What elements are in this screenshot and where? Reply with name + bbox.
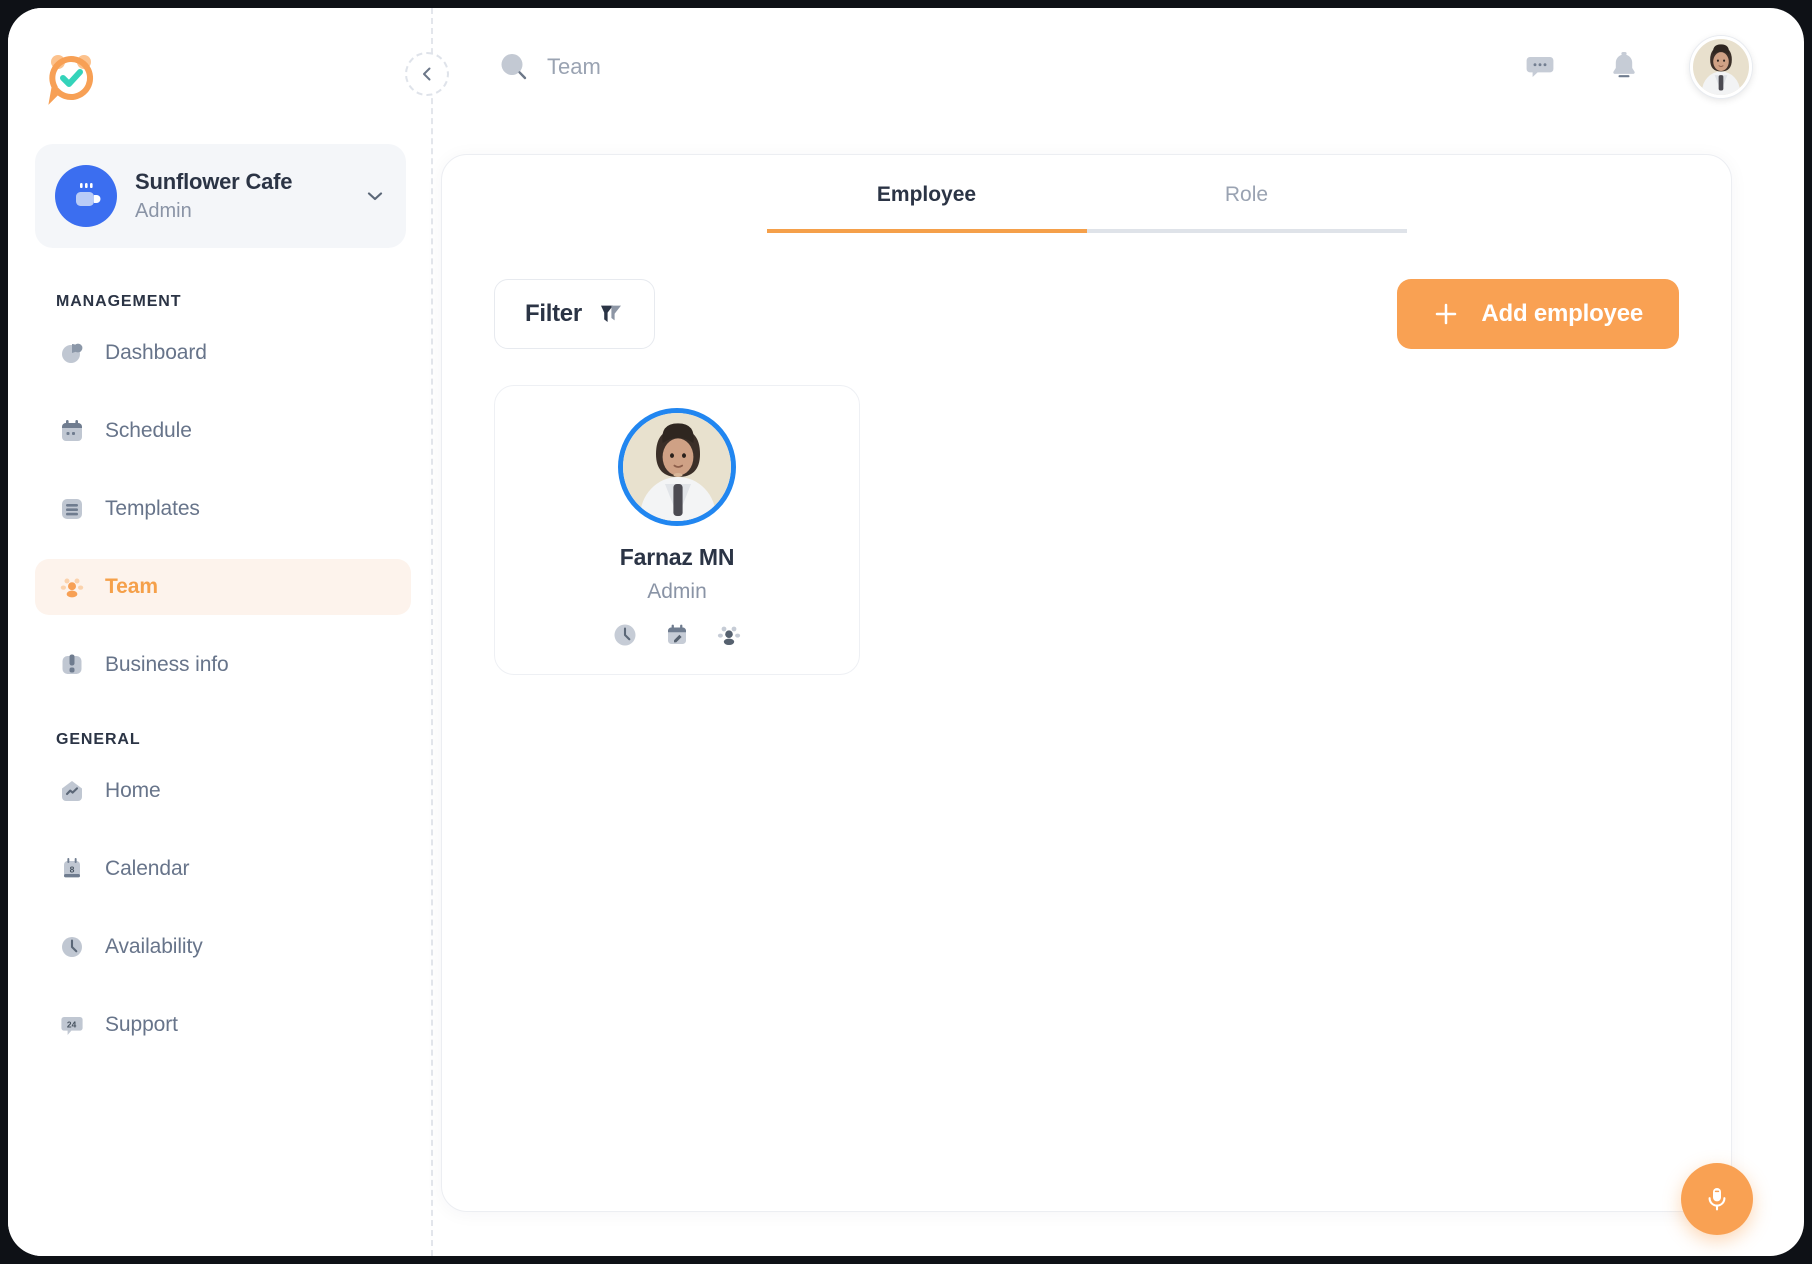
sidebar-item-label: Home xyxy=(105,779,161,803)
tab-employee[interactable]: Employee xyxy=(767,183,1087,233)
trend-up-home-icon xyxy=(57,776,87,806)
top-bar: Team xyxy=(433,8,1804,126)
filter-button[interactable]: Filter xyxy=(494,279,655,349)
sidebar-item-team[interactable]: Team xyxy=(35,559,411,615)
org-avatar xyxy=(55,165,117,227)
toolbar: Filter Add employee xyxy=(442,233,1731,349)
top-bar-actions xyxy=(1522,36,1752,98)
clock-icon xyxy=(57,932,87,962)
sidebar-nav-management: Dashboard Schedule xyxy=(8,325,433,693)
svg-text:24: 24 xyxy=(67,1019,77,1029)
people-group-icon xyxy=(57,572,87,602)
employee-action-calendar-edit-icon[interactable] xyxy=(662,620,692,650)
employee-actions xyxy=(610,620,744,650)
sidebar-item-label: Team xyxy=(105,575,158,599)
sidebar-item-support[interactable]: 24 Support xyxy=(35,997,411,1053)
sidebar-section-title-general: GENERAL xyxy=(8,731,433,749)
sidebar-item-dashboard[interactable]: Dashboard xyxy=(35,325,411,381)
employee-action-clock-icon[interactable] xyxy=(610,620,640,650)
tab-role[interactable]: Role xyxy=(1087,183,1407,233)
search-value: Team xyxy=(547,54,601,80)
employee-action-team-icon[interactable] xyxy=(714,620,744,650)
org-name: Sunflower Cafe xyxy=(135,168,346,196)
avatar-photo xyxy=(1693,39,1749,95)
employee-card[interactable]: Farnaz MN Admin xyxy=(494,385,860,675)
employee-name: Farnaz MN xyxy=(620,544,735,571)
microphone-icon xyxy=(1700,1182,1734,1216)
add-employee-label: Add employee xyxy=(1481,300,1643,328)
main-area: Team xyxy=(433,8,1804,1256)
sidebar-item-home[interactable]: Home xyxy=(35,763,411,819)
sidebar-item-availability[interactable]: Availability xyxy=(35,919,411,975)
sidebar-item-label: Business info xyxy=(105,653,229,677)
alarm-clock-check-icon xyxy=(44,51,98,105)
chevron-left-icon xyxy=(418,65,436,83)
support-24-icon: 24 xyxy=(57,1010,87,1040)
sidebar-item-label: Calendar xyxy=(105,857,189,881)
pie-chart-icon xyxy=(57,338,87,368)
voice-assistant-button[interactable] xyxy=(1681,1163,1753,1235)
sidebar-item-label: Schedule xyxy=(105,419,192,443)
search-input[interactable]: Team xyxy=(497,50,601,84)
user-avatar[interactable] xyxy=(1690,36,1752,98)
app-window: Sunflower Cafe Admin MANAGEMENT xyxy=(8,8,1804,1256)
sidebar-item-schedule[interactable]: Schedule xyxy=(35,403,411,459)
sidebar: Sunflower Cafe Admin MANAGEMENT xyxy=(8,8,433,1256)
sidebar-collapse-button[interactable] xyxy=(405,52,449,96)
employee-grid: Farnaz MN Admin xyxy=(442,349,1731,675)
list-lines-icon xyxy=(57,494,87,524)
sidebar-section-title-management: MANAGEMENT xyxy=(8,293,433,311)
employee-role: Admin xyxy=(647,580,707,604)
org-role: Admin xyxy=(135,198,346,224)
messages-button[interactable] xyxy=(1522,49,1558,85)
calendar-icon xyxy=(57,416,87,446)
sidebar-nav-general: Home 8 Calendar xyxy=(8,763,433,1053)
sidebar-item-label: Dashboard xyxy=(105,341,207,365)
funnel-icon xyxy=(598,301,624,327)
briefcase-icon xyxy=(57,650,87,680)
notifications-button[interactable] xyxy=(1606,49,1642,85)
app-logo[interactable] xyxy=(8,38,433,118)
avatar-photo xyxy=(623,413,733,523)
sidebar-item-templates[interactable]: Templates xyxy=(35,481,411,537)
tab-label: Role xyxy=(1225,183,1268,206)
chevron-down-icon[interactable] xyxy=(364,185,386,207)
bell-icon xyxy=(1606,49,1642,85)
tab-bar: Employee Role xyxy=(442,155,1731,233)
plus-icon xyxy=(1433,301,1459,327)
calendar-8-icon: 8 xyxy=(57,854,87,884)
content-panel: Employee Role Filter xyxy=(441,154,1732,1212)
org-switcher[interactable]: Sunflower Cafe Admin xyxy=(35,144,406,248)
sidebar-item-label: Support xyxy=(105,1013,178,1037)
sidebar-item-business-info[interactable]: Business info xyxy=(35,637,411,693)
filter-label: Filter xyxy=(525,300,582,328)
coffee-cup-icon xyxy=(69,179,103,213)
sidebar-item-label: Templates xyxy=(105,497,200,521)
sidebar-item-label: Availability xyxy=(105,935,203,959)
search-icon xyxy=(497,50,531,84)
sidebar-item-calendar[interactable]: 8 Calendar xyxy=(35,841,411,897)
add-employee-button[interactable]: Add employee xyxy=(1397,279,1679,349)
chat-bubble-dots-icon xyxy=(1522,49,1558,85)
employee-avatar xyxy=(618,408,736,526)
svg-text:8: 8 xyxy=(70,864,75,874)
tab-label: Employee xyxy=(877,183,976,206)
